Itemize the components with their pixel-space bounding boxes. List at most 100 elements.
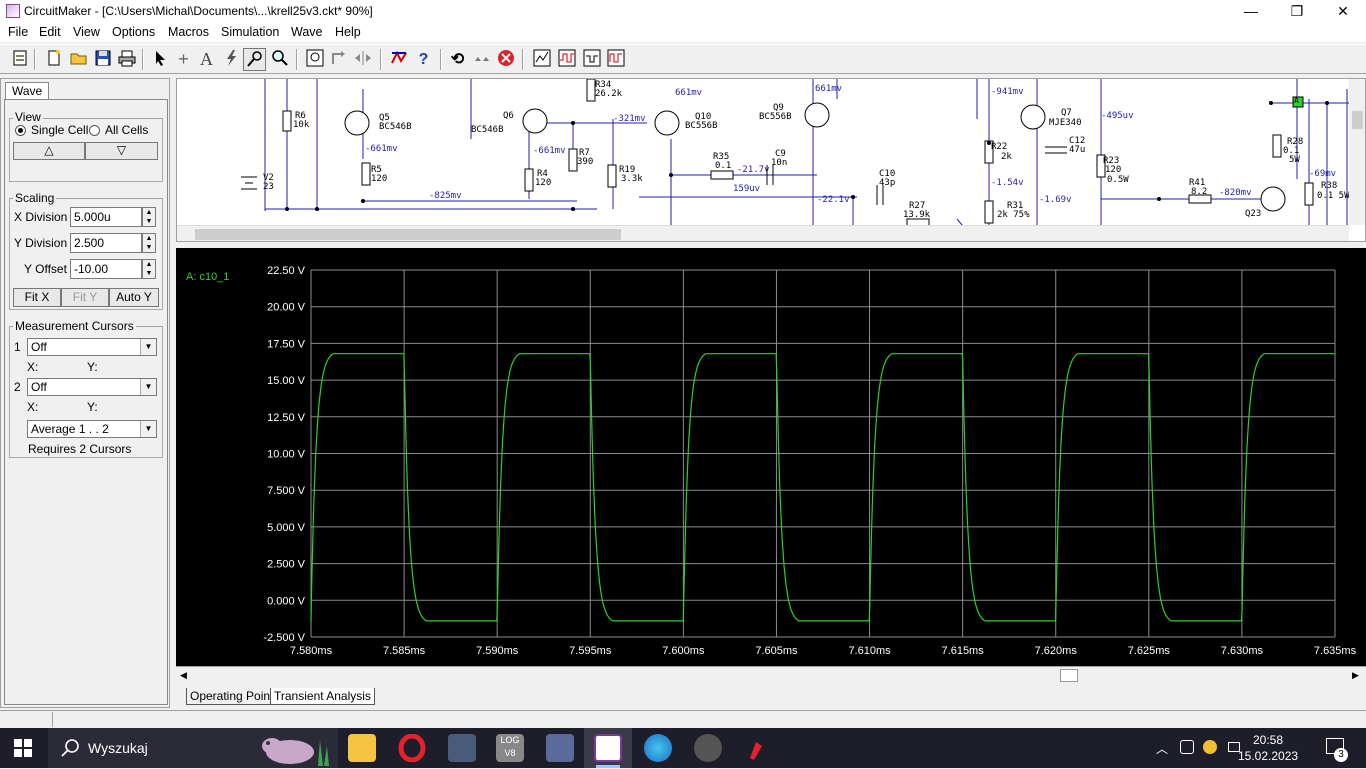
average-select[interactable]: Average 1 . . 2 ▼ — [27, 420, 157, 438]
tab-operating-point[interactable]: Operating Point — [186, 688, 278, 705]
text-tool-icon[interactable]: A — [195, 48, 218, 71]
arrow-tool-icon[interactable] — [148, 48, 171, 71]
trace-icon[interactable] — [580, 48, 603, 71]
all-cells-radio[interactable] — [89, 125, 100, 136]
waveform-hscroll-thumb[interactable] — [1060, 669, 1078, 682]
menu-simulation[interactable]: Simulation — [221, 25, 279, 39]
print-icon[interactable] — [115, 48, 138, 71]
wave-icon[interactable] — [555, 48, 578, 71]
search-tool-icon[interactable] — [268, 48, 291, 71]
digital-sim-icon[interactable] — [387, 48, 410, 71]
menu-macros[interactable]: Macros — [168, 25, 209, 39]
scroll-up-button[interactable]: △ — [13, 142, 85, 160]
net-label: -69mv — [1309, 169, 1337, 179]
media-icon[interactable] — [694, 734, 722, 762]
circuitmaker-app-icon[interactable] — [6, 4, 20, 18]
search-placeholder[interactable]: Wyszukaj — [88, 740, 148, 756]
r6-val: 10k — [293, 120, 310, 130]
save-icon[interactable] — [91, 48, 114, 71]
probe-marker[interactable]: A — [1294, 96, 1299, 105]
fit-y-button[interactable]: Fit Y — [61, 288, 109, 307]
y-offset-spinner[interactable]: ▲ ▼ — [142, 259, 156, 279]
toolbar-separator — [522, 49, 524, 70]
c10-val: 43p — [879, 178, 896, 188]
r31-val: 2k 75% — [997, 210, 1030, 220]
circuitmaker-icon[interactable] — [594, 734, 622, 762]
stop-icon[interactable] — [494, 48, 517, 71]
menu-file[interactable]: File — [8, 25, 28, 39]
cursor2-select[interactable]: Off ▼ — [27, 378, 157, 396]
waveform-hscrollbar[interactable]: ◀ ▶ — [176, 666, 1366, 684]
scroll-right-icon[interactable]: ▶ — [1352, 670, 1359, 681]
view-group-label: View — [13, 110, 43, 124]
y-offset-input[interactable]: -10.00 — [70, 259, 142, 279]
new-icon[interactable] — [42, 48, 65, 71]
y-division-spinner[interactable]: ▲ ▼ — [142, 233, 156, 253]
minimize-button[interactable]: — — [1228, 0, 1274, 22]
net-label: 661mv — [675, 88, 703, 98]
opera-icon[interactable] — [398, 733, 426, 763]
schematic-hscrollbar[interactable] — [177, 225, 1349, 241]
cursors-group-label: Measurement Cursors — [13, 319, 136, 333]
rotate-icon[interactable] — [327, 48, 350, 71]
help-icon[interactable]: ? — [412, 48, 435, 71]
requires-cursors-note: Requires 2 Cursors — [28, 442, 132, 456]
menu-view[interactable]: View — [73, 25, 100, 39]
parts-icon[interactable] — [8, 48, 31, 71]
chevron-down-icon[interactable]: ▼ — [140, 421, 156, 437]
schematic-hscroll-thumb[interactable] — [195, 229, 621, 240]
calculator-icon[interactable] — [448, 734, 476, 762]
chevron-down-icon[interactable]: ▼ — [140, 379, 156, 395]
y-division-input[interactable]: 2.500 — [70, 233, 142, 253]
zoom-fit-icon[interactable] — [303, 48, 326, 71]
x-division-input[interactable]: 5.000u — [70, 207, 142, 227]
clock-time[interactable]: 20:58 — [1238, 733, 1298, 747]
maximize-button[interactable]: ❐ — [1274, 0, 1320, 22]
hippo-decoration-icon — [260, 732, 332, 769]
reset-icon[interactable]: ⟲ — [446, 48, 469, 71]
windows-start-icon[interactable] — [14, 739, 32, 760]
auto-y-button[interactable]: Auto Y — [109, 288, 159, 307]
brush-app-icon[interactable] — [742, 734, 770, 762]
menu-wave[interactable]: Wave — [291, 25, 323, 39]
close-button[interactable]: ✕ — [1320, 0, 1366, 22]
schematic-vscroll-thumb[interactable] — [1352, 111, 1363, 129]
network-app-icon[interactable] — [546, 734, 574, 762]
single-cell-radio[interactable] — [15, 125, 26, 136]
fit-x-button[interactable]: Fit X — [13, 288, 61, 307]
logicv8-icon[interactable]: LOG V8 — [496, 734, 524, 762]
chevron-down-icon[interactable]: ▼ — [140, 339, 156, 355]
schematic-view[interactable]: R6 10k Q5 BC546B R5 120 V2 23 Q6 BC546B … — [176, 78, 1366, 242]
x-division-spinner[interactable]: ▲ ▼ — [142, 207, 156, 227]
tab-transient-analysis[interactable]: Transient Analysis — [270, 688, 375, 705]
menu-edit[interactable]: Edit — [39, 25, 61, 39]
scroll-down-button[interactable]: ▽ — [85, 142, 158, 160]
zoom-tool-icon[interactable] — [243, 48, 266, 71]
trace-name-label[interactable]: A: c10_1 — [186, 271, 229, 283]
all-cells-label: All Cells — [105, 123, 149, 137]
waveform-display[interactable] — [176, 248, 1366, 666]
edge-icon[interactable] — [644, 734, 672, 762]
schematic-vscrollbar[interactable] — [1349, 79, 1365, 225]
step-icon[interactable] — [470, 48, 493, 71]
single-cell-label: Single Cell — [31, 123, 89, 137]
file-explorer-icon[interactable] — [348, 734, 376, 762]
scroll-left-icon[interactable]: ◀ — [180, 670, 187, 681]
tray-device-icon[interactable] — [1180, 740, 1194, 754]
scope-icon[interactable] — [604, 48, 627, 71]
search-icon — [60, 738, 80, 761]
menu-options[interactable]: Options — [112, 25, 155, 39]
tab-wave[interactable]: Wave — [5, 82, 49, 100]
wire-tool-icon[interactable]: + — [172, 48, 195, 71]
c12-val: 47u — [1069, 145, 1086, 155]
analysis-icon[interactable] — [530, 48, 553, 71]
clock-date[interactable]: 15.02.2023 — [1238, 749, 1298, 763]
open-icon[interactable] — [67, 48, 90, 71]
q10-val: BC556B — [685, 121, 718, 131]
tray-chevron-icon[interactable]: ︿ — [1156, 740, 1168, 757]
cursor1-select[interactable]: Off ▼ — [27, 338, 157, 356]
tray-warning-icon[interactable] — [1203, 740, 1217, 754]
mirror-icon[interactable] — [351, 48, 374, 71]
probe-tool-icon[interactable] — [219, 48, 242, 71]
menu-help[interactable]: Help — [335, 25, 361, 39]
